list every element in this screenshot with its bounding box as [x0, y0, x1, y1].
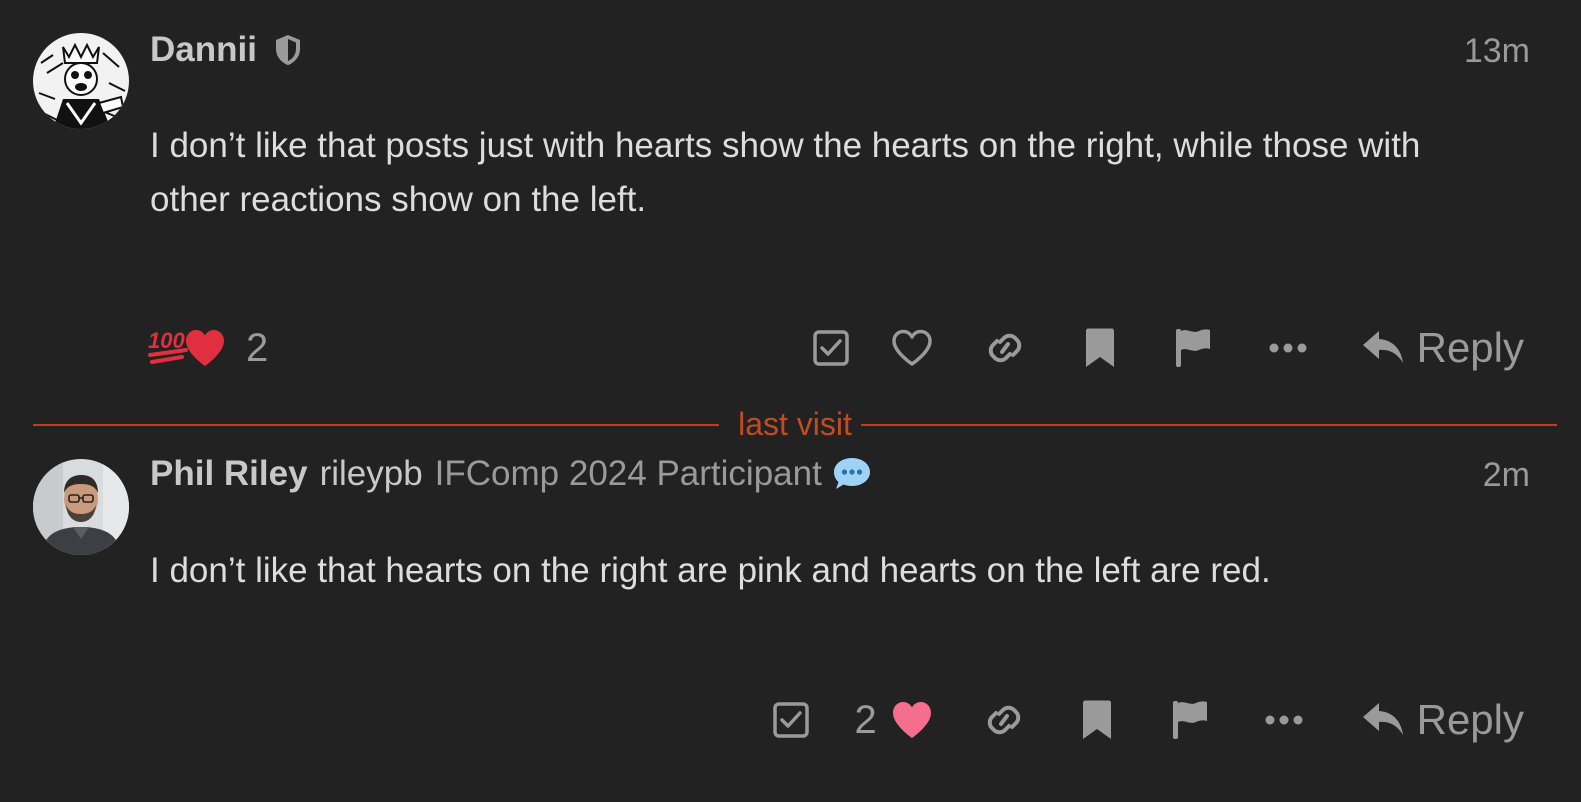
solution-button[interactable] [753, 690, 829, 750]
speech-bubble-icon[interactable] [832, 456, 872, 492]
reply-label: Reply [1416, 324, 1524, 371]
author-name[interactable]: Phil Riley [150, 454, 308, 494]
copy-link-button[interactable] [953, 318, 1057, 378]
more-button[interactable] [1243, 318, 1333, 378]
like-button[interactable] [871, 318, 953, 378]
username[interactable]: rileypb [320, 454, 423, 494]
post-actions: Reply [791, 318, 1581, 378]
reply-icon [1362, 331, 1403, 363]
post-actions: 2 Reply [753, 690, 1581, 750]
bookmark-icon [1085, 328, 1114, 367]
post-dannii: Dannii 13m I don’t like that posts just … [0, 0, 1581, 400]
reply-button[interactable]: Reply [1361, 696, 1581, 744]
check-square-icon [812, 330, 849, 366]
more-button[interactable] [1235, 690, 1333, 750]
link-icon [987, 705, 1020, 735]
ellipsis-icon [1265, 715, 1303, 725]
reply-button[interactable]: Reply [1361, 324, 1581, 372]
solution-button[interactable] [791, 318, 871, 378]
flag-icon [1172, 701, 1207, 739]
reaction-count[interactable]: 2 [246, 326, 268, 371]
post-phil-riley: Phil Riley rileypb IFComp 2024 Participa… [0, 440, 1581, 802]
bookmark-button[interactable] [1049, 690, 1145, 750]
post-header: Phil Riley rileypb IFComp 2024 Participa… [150, 454, 872, 494]
pink-heart-icon [892, 702, 931, 738]
author-name[interactable]: Dannii [150, 30, 257, 70]
post-time[interactable]: 13m [1464, 32, 1530, 71]
last-visit-divider: last visit [33, 406, 1557, 442]
like-count[interactable]: 2 [854, 698, 876, 743]
post-header: Dannii [150, 30, 303, 70]
heart-outline-icon [891, 329, 932, 366]
flag-button[interactable] [1143, 318, 1243, 378]
post-body: I don’t like that posts just with hearts… [150, 126, 1421, 219]
flag-button[interactable] [1145, 690, 1235, 750]
copy-link-button[interactable] [959, 690, 1049, 750]
reply-label: Reply [1416, 696, 1524, 743]
reactions-summary[interactable]: 100 2 [148, 323, 268, 373]
flag-icon [1175, 329, 1210, 367]
avatar[interactable] [33, 459, 129, 555]
post-body: I don’t like that hearts on the right ar… [150, 551, 1271, 590]
check-square-icon [772, 702, 809, 738]
reply-icon [1362, 703, 1403, 735]
avatar[interactable] [33, 33, 129, 129]
bookmark-icon [1082, 700, 1111, 739]
red-heart-icon [184, 329, 226, 367]
like-button[interactable]: 2 [829, 690, 959, 750]
link-icon [988, 333, 1021, 363]
shield-icon [273, 33, 303, 67]
post-time[interactable]: 2m [1483, 456, 1530, 495]
bookmark-button[interactable] [1057, 318, 1143, 378]
user-title: IFComp 2024 Participant [434, 454, 822, 493]
ellipsis-icon [1269, 343, 1307, 353]
